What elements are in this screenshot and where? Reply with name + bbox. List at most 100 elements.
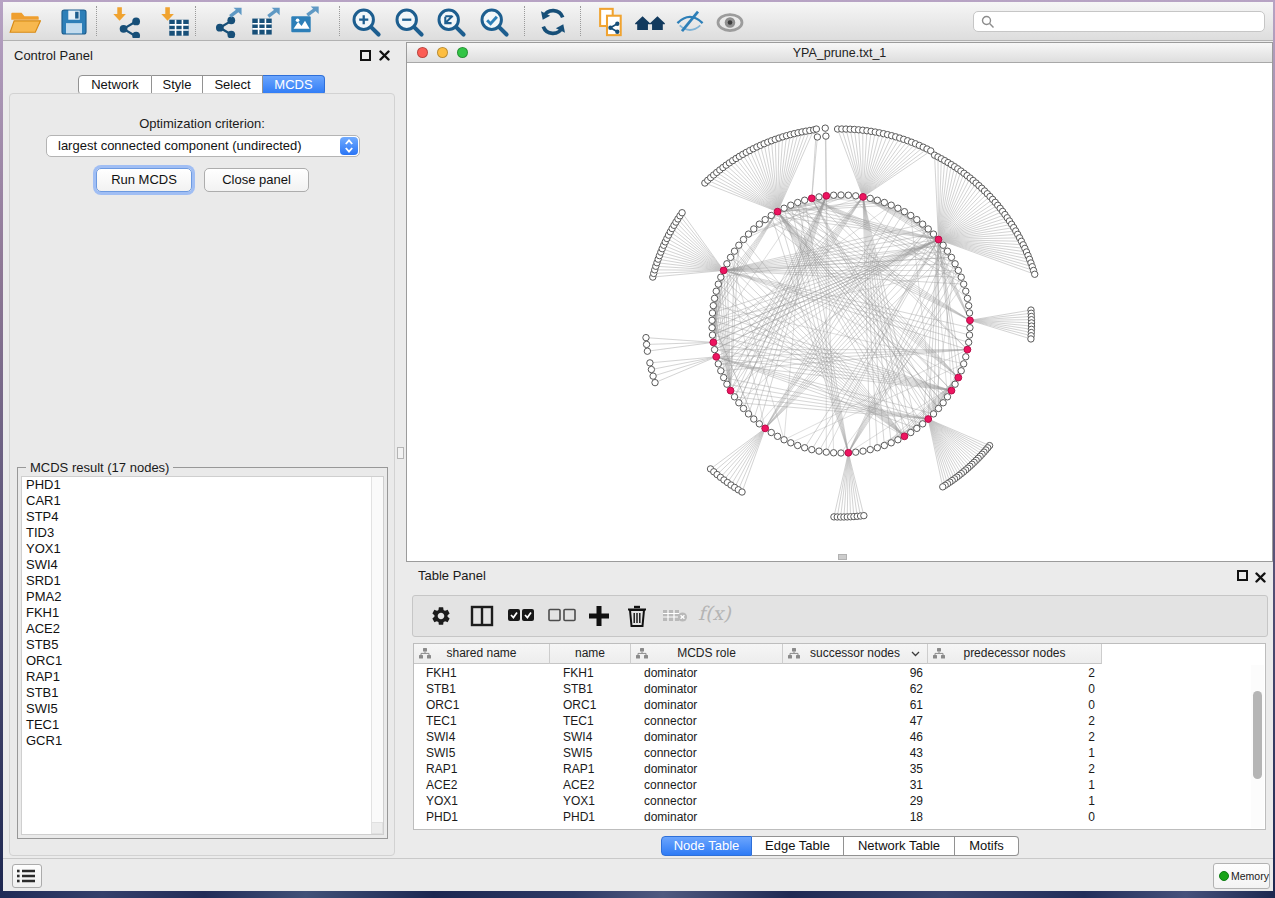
run-mcds-button[interactable]: Run MCDS bbox=[96, 168, 192, 192]
tab-select[interactable]: Select bbox=[203, 75, 263, 95]
import-table-icon[interactable] bbox=[159, 6, 191, 38]
table-row-SWI4[interactable]: SWI4SWI4dominator462 bbox=[414, 729, 1265, 745]
dropdown-value: largest connected component (undirected) bbox=[58, 138, 302, 153]
table-row-RAP1[interactable]: RAP1RAP1dominator352 bbox=[414, 761, 1265, 777]
mcds-result-group: MCDS result (17 nodes) PHD1CAR1STP4TID3Y… bbox=[17, 467, 388, 839]
apply-layout-icon[interactable] bbox=[537, 6, 569, 38]
column-header-shared-name[interactable]: shared name bbox=[414, 644, 550, 664]
table-row-TEC1[interactable]: TEC1TEC1connector472 bbox=[414, 713, 1265, 729]
control-panel-title: Control Panel bbox=[14, 48, 93, 63]
tab-mcds[interactable]: MCDS bbox=[263, 75, 325, 95]
memory-label: Memory bbox=[1231, 870, 1269, 882]
mcds-node-item[interactable]: SWI5 bbox=[22, 701, 383, 717]
node-table: shared namenameMCDS rolesuccessor nodesp… bbox=[413, 643, 1266, 830]
panel-divider-handle-horizontal[interactable] bbox=[838, 554, 847, 560]
tab-network-table[interactable]: Network Table bbox=[844, 836, 955, 856]
close-panel-button[interactable]: Close panel bbox=[204, 168, 309, 192]
mcds-node-item[interactable]: PMA2 bbox=[22, 589, 383, 605]
control-panel-close-icon[interactable] bbox=[379, 50, 390, 62]
mcds-node-item[interactable]: STB1 bbox=[22, 685, 383, 701]
mcds-node-item[interactable]: ACE2 bbox=[22, 621, 383, 637]
mcds-node-item[interactable]: ORC1 bbox=[22, 653, 383, 669]
main-toolbar bbox=[3, 2, 1273, 41]
tab-edge-table[interactable]: Edge Table bbox=[752, 836, 844, 856]
table-row-FKH1[interactable]: FKH1FKH1dominator962 bbox=[414, 665, 1265, 681]
import-network-icon[interactable] bbox=[111, 6, 143, 38]
memory-status-dot bbox=[1219, 871, 1229, 881]
column-header-name[interactable]: name bbox=[550, 644, 631, 664]
tab-motifs[interactable]: Motifs bbox=[955, 836, 1019, 856]
export-network-icon[interactable] bbox=[213, 6, 245, 38]
save-session-icon[interactable] bbox=[58, 6, 90, 38]
export-image-icon[interactable] bbox=[289, 6, 321, 38]
mcds-node-item[interactable]: FKH1 bbox=[22, 605, 383, 621]
split-view-icon[interactable] bbox=[470, 604, 494, 628]
show-all-icon[interactable] bbox=[714, 6, 746, 38]
mcds-node-item[interactable]: STB5 bbox=[22, 637, 383, 653]
mcds-node-item[interactable]: GCR1 bbox=[22, 733, 383, 749]
zoom-in-icon[interactable] bbox=[350, 6, 382, 38]
optimization-criterion-dropdown[interactable]: largest connected component (undirected) bbox=[46, 135, 360, 157]
mcds-node-item[interactable]: RAP1 bbox=[22, 669, 383, 685]
mcds-node-item[interactable]: PHD1 bbox=[22, 477, 383, 493]
network-window-titlebar[interactable]: YPA_prune.txt_1 bbox=[407, 43, 1272, 63]
mcds-node-item[interactable]: STP4 bbox=[22, 509, 383, 525]
dropdown-arrows-icon bbox=[340, 137, 358, 155]
select-all-icon[interactable] bbox=[508, 608, 536, 632]
optimization-criterion-label: Optimization criterion: bbox=[10, 116, 394, 131]
mcds-node-item[interactable]: SWI4 bbox=[22, 557, 383, 573]
column-header-predecessor-nodes[interactable]: predecessor nodes bbox=[928, 644, 1102, 664]
tab-node-table[interactable]: Node Table bbox=[661, 836, 752, 856]
table-row-ACE2[interactable]: ACE2ACE2connector311 bbox=[414, 777, 1265, 793]
delete-table-icon[interactable] bbox=[662, 608, 688, 632]
copy-network-icon[interactable] bbox=[595, 6, 627, 38]
zoom-fit-icon[interactable] bbox=[435, 6, 467, 38]
table-toolbar: f(x) bbox=[412, 595, 1268, 637]
first-neighbors-icon[interactable] bbox=[634, 6, 666, 38]
function-builder-icon[interactable]: f(x) bbox=[698, 602, 731, 626]
mcds-node-item[interactable]: TID3 bbox=[22, 525, 383, 541]
mcds-panel: Optimization criterion: largest connecte… bbox=[9, 93, 395, 856]
cytoscape-window: Control Panel NetworkStyleSelectMCDS Opt… bbox=[3, 2, 1273, 891]
table-panel-float-icon[interactable] bbox=[1237, 570, 1248, 581]
table-row-PHD1[interactable]: PHD1PHD1dominator180 bbox=[414, 809, 1265, 825]
table-row-SWI5[interactable]: SWI5SWI5connector431 bbox=[414, 745, 1265, 761]
zoom-out-icon[interactable] bbox=[393, 6, 425, 38]
network-title: YPA_prune.txt_1 bbox=[407, 46, 1272, 60]
memory-button[interactable]: Memory bbox=[1213, 863, 1270, 889]
hide-selected-icon[interactable] bbox=[674, 6, 706, 38]
column-header-MCDS-role[interactable]: MCDS role bbox=[631, 644, 783, 664]
table-row-STB1[interactable]: STB1STB1dominator620 bbox=[414, 681, 1265, 697]
control-panel-float-icon[interactable] bbox=[360, 50, 371, 61]
open-file-icon[interactable] bbox=[9, 6, 41, 38]
network-canvas[interactable] bbox=[407, 64, 1272, 561]
table-scrollbar-track[interactable] bbox=[1251, 665, 1264, 828]
column-header-successor-nodes[interactable]: successor nodes bbox=[783, 644, 928, 664]
mcds-node-item[interactable]: TEC1 bbox=[22, 717, 383, 733]
desktop-background bbox=[0, 891, 1275, 898]
mcds-list-scroll-corner bbox=[371, 822, 383, 834]
search-input[interactable] bbox=[973, 11, 1265, 32]
mcds-result-list[interactable]: PHD1CAR1STP4TID3YOX1SWI4SRD1PMA2FKH1ACE2… bbox=[21, 476, 384, 835]
tab-network[interactable]: Network bbox=[78, 75, 152, 95]
mcds-result-title: MCDS result (17 nodes) bbox=[26, 460, 173, 475]
panel-divider-handle-vertical[interactable] bbox=[397, 447, 404, 459]
network-view-panel: YPA_prune.txt_1 bbox=[406, 42, 1273, 562]
deselect-all-icon[interactable] bbox=[548, 608, 576, 632]
table-row-ORC1[interactable]: ORC1ORC1dominator610 bbox=[414, 697, 1265, 713]
table-panel-close-icon[interactable] bbox=[1255, 572, 1266, 584]
zoom-selected-icon[interactable] bbox=[478, 6, 510, 38]
add-column-icon[interactable] bbox=[587, 603, 611, 627]
table-row-YOX1[interactable]: YOX1YOX1connector291 bbox=[414, 793, 1265, 809]
mcds-node-item[interactable]: YOX1 bbox=[22, 541, 383, 557]
mcds-node-item[interactable]: CAR1 bbox=[22, 493, 383, 509]
table-options-icon[interactable] bbox=[430, 605, 452, 629]
delete-column-icon[interactable] bbox=[626, 603, 648, 627]
mcds-node-item[interactable]: SRD1 bbox=[22, 573, 383, 589]
table-scrollbar-thumb[interactable] bbox=[1253, 691, 1262, 779]
tab-style[interactable]: Style bbox=[152, 75, 203, 95]
task-history-button[interactable] bbox=[12, 864, 42, 888]
table-panel-title: Table Panel bbox=[418, 568, 486, 583]
export-table-icon[interactable] bbox=[250, 6, 282, 38]
mcds-list-scrollbar[interactable] bbox=[371, 477, 383, 822]
